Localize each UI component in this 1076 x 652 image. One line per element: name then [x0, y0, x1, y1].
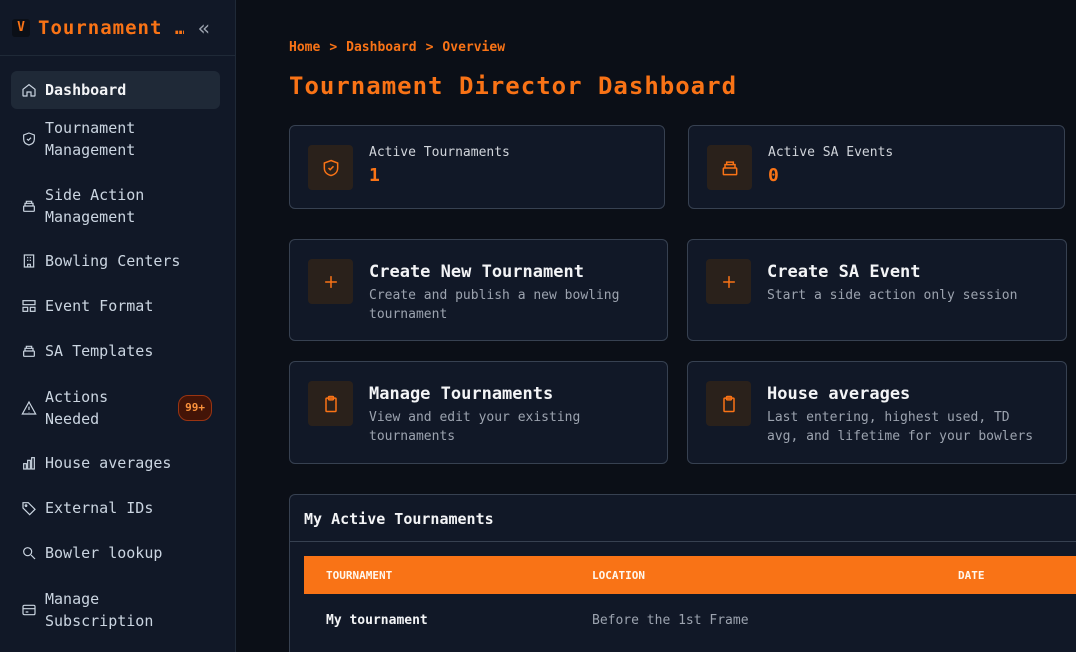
stat-value: 0 — [768, 165, 779, 186]
divider — [290, 541, 1076, 542]
brand-title[interactable]: Tournament … — [38, 17, 184, 39]
create-sa-event-card[interactable]: Create SA Event Start a side action only… — [687, 239, 1067, 341]
sidebar-item-label: SA Templates — [45, 342, 154, 360]
plus-icon — [706, 259, 751, 304]
actions-needed-badge: 99+ — [178, 394, 212, 421]
sidebar-item-label: Event Format — [45, 297, 154, 315]
sidebar-item-tournament-management[interactable]: Tournament Management — [11, 116, 220, 161]
main-content: Home > Dashboard > Overview Tournament D… — [236, 0, 1076, 652]
breadcrumb-separator: > — [329, 40, 338, 55]
sidebar-brand: V Tournament … « — [0, 0, 235, 56]
alert-icon — [21, 400, 37, 416]
breadcrumb-separator: > — [425, 40, 434, 55]
sidebar-item-actions-needed[interactable]: Actions Needed 99+ — [11, 385, 220, 430]
breadcrumb: Home > Dashboard > Overview — [289, 40, 505, 55]
sidebar-item-bowling-centers[interactable]: Bowling Centers — [11, 250, 220, 272]
action-title: Create New Tournament — [369, 262, 584, 282]
clipboard-icon — [308, 381, 353, 426]
clipboard-icon — [706, 381, 751, 426]
stat-label: Active Tournaments — [369, 145, 510, 160]
stat-value: 1 — [369, 165, 380, 186]
sidebar: V Tournament … « Dashboard Tournament Ma… — [0, 0, 236, 652]
stat-label: Active SA Events — [768, 145, 894, 160]
action-description: Create and publish a new bowling tournam… — [369, 288, 620, 322]
plus-icon — [308, 259, 353, 304]
cell-tournament[interactable]: My tournament — [326, 613, 428, 628]
column-header-location[interactable]: LOCATION — [592, 569, 645, 582]
sidebar-item-label: Bowler lookup — [45, 544, 163, 562]
manage-tournaments-card[interactable]: Manage Tournaments View and edit your ex… — [289, 361, 668, 464]
brand-logo[interactable]: V — [12, 18, 30, 37]
column-header-date[interactable]: DATE — [958, 569, 985, 582]
breadcrumb-overview: Overview — [442, 40, 506, 55]
sidebar-item-label: Manage Subscription — [45, 589, 154, 630]
sidebar-item-external-ids[interactable]: External IDs — [11, 497, 220, 519]
sidebar-item-sa-templates[interactable]: SA Templates — [11, 340, 220, 362]
sidebar-item-event-format[interactable]: Event Format — [11, 295, 220, 317]
column-header-tournament[interactable]: TOURNAMENT — [326, 569, 392, 582]
stack-icon — [21, 343, 37, 359]
stat-card-active-sa-events: Active SA Events 0 — [688, 125, 1065, 209]
action-title: Create SA Event — [767, 262, 921, 282]
sidebar-item-manage-subscription[interactable]: Manage Subscription — [11, 587, 220, 632]
sidebar-item-label: External IDs — [45, 499, 154, 517]
sidebar-item-side-action-management[interactable]: Side Action Management — [11, 183, 220, 228]
sidebar-item-label: Actions Needed — [45, 387, 109, 428]
sidebar-item-label: Tournament Management — [45, 118, 136, 159]
action-description: View and edit your existing tournaments — [369, 410, 581, 444]
home-icon — [21, 82, 37, 98]
table-title: My Active Tournaments — [304, 510, 494, 528]
action-title: House averages — [767, 384, 911, 404]
house-averages-card[interactable]: House averages Last entering, highest us… — [687, 361, 1067, 464]
tag-icon — [21, 500, 37, 516]
shield-icon — [21, 131, 37, 147]
table-header-row: TOURNAMENT LOCATION DATE — [304, 556, 1076, 594]
collapse-sidebar-icon[interactable]: « — [198, 16, 210, 40]
stack-icon — [707, 145, 752, 190]
bar-chart-icon — [21, 455, 37, 471]
sidebar-item-bowler-lookup[interactable]: Bowler lookup — [11, 542, 220, 564]
building-icon — [21, 253, 37, 269]
stat-card-active-tournaments: Active Tournaments 1 — [289, 125, 665, 209]
sidebar-item-dashboard[interactable]: Dashboard — [11, 71, 220, 109]
stack-icon — [21, 198, 37, 214]
search-icon — [21, 545, 37, 561]
sidebar-item-label: Bowling Centers — [45, 252, 181, 270]
action-description: Start a side action only session — [767, 288, 1018, 303]
page-title: Tournament Director Dashboard — [289, 72, 738, 100]
sidebar-item-label: Dashboard — [45, 81, 127, 99]
shield-check-icon — [308, 145, 353, 190]
breadcrumb-home[interactable]: Home — [289, 40, 320, 55]
create-new-tournament-card[interactable]: Create New Tournament Create and publish… — [289, 239, 668, 341]
action-description: Last entering, highest used, TD avg, and… — [767, 410, 1034, 444]
cell-location: Before the 1st Frame — [592, 613, 749, 628]
action-title: Manage Tournaments — [369, 384, 554, 404]
layout-icon — [21, 298, 37, 314]
sidebar-item-house-averages[interactable]: House averages — [11, 452, 220, 474]
card-icon — [21, 602, 37, 618]
breadcrumb-dashboard[interactable]: Dashboard — [346, 40, 416, 55]
sidebar-item-label: Side Action Management — [45, 185, 145, 226]
sidebar-item-label: House averages — [45, 454, 172, 472]
sidebar-nav: Dashboard Tournament Management Side Act… — [0, 56, 235, 632]
active-tournaments-table-card: My Active Tournaments TOURNAMENT LOCATIO… — [289, 494, 1076, 652]
